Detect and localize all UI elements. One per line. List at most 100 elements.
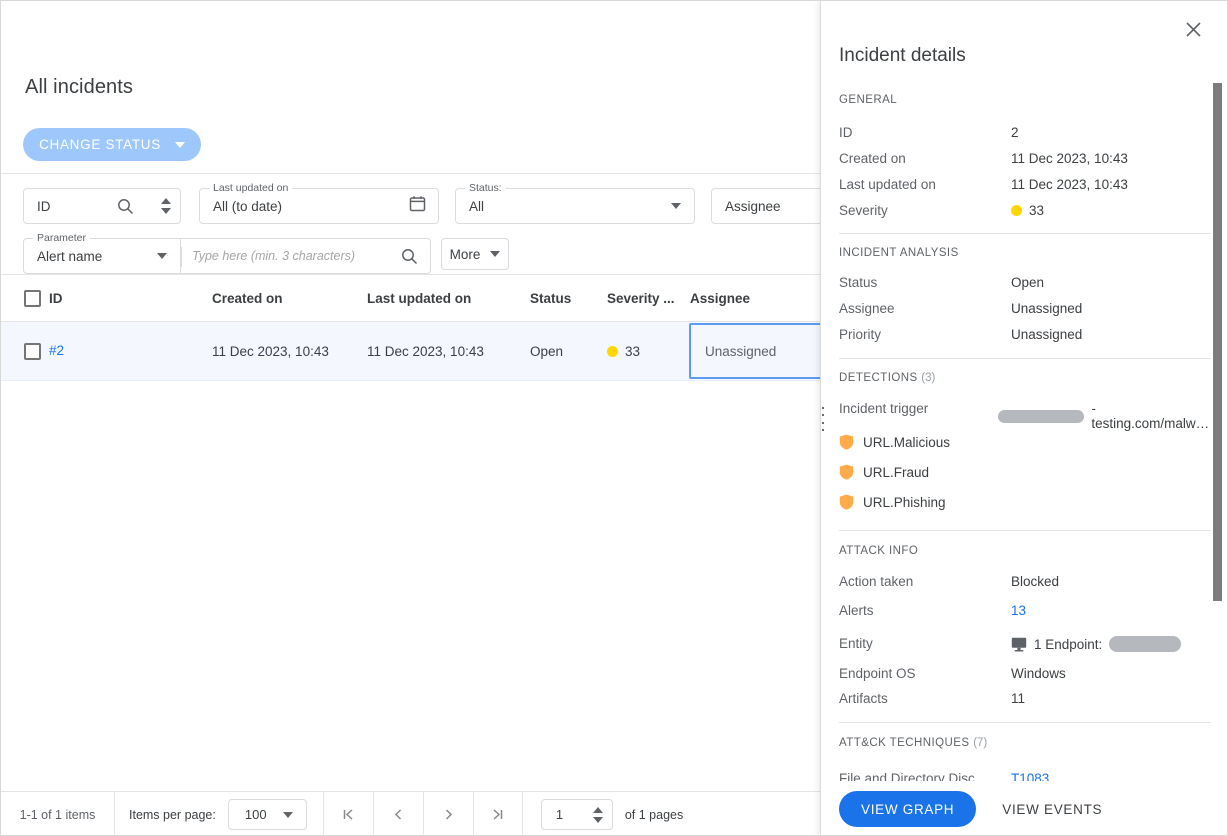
detail-row-endpoint-os: Endpoint OS Windows [839, 666, 1211, 681]
cell-last-updated-on: 11 Dec 2023, 10:43 [367, 344, 530, 359]
divider [181, 247, 182, 267]
detection-item[interactable]: URL.Malicious [839, 434, 950, 450]
change-status-label: CHANGE STATUS [39, 137, 161, 152]
pagination-bar: 1-1 of 1 items Items per page: 100 [1, 791, 822, 836]
incident-trigger-url: -testing.com/malw… [1091, 401, 1211, 431]
detection-label: URL.Fraud [863, 465, 929, 480]
assignee-filter-select[interactable]: Assignee [711, 188, 822, 224]
detail-value: Blocked [1011, 574, 1059, 589]
incident-details-panel: Incident details GENERAL ID 2 Created on… [820, 1, 1227, 836]
detail-row-severity: Severity 33 [839, 203, 1211, 218]
change-status-button[interactable]: CHANGE STATUS [23, 128, 201, 161]
incidents-page: All incidents CHANGE STATUS ID Last upda… [0, 0, 1228, 836]
detail-key: Artifacts [839, 691, 1011, 706]
cell-assignee-value: Unassigned [705, 344, 776, 359]
redacted-text [998, 410, 1084, 423]
detail-value: Unassigned [1011, 301, 1082, 316]
page-stepper[interactable] [593, 807, 603, 823]
parameter-search-placeholder: Type here (min. 3 characters) [181, 249, 355, 263]
shield-icon [839, 464, 854, 480]
detail-row-status: Status Open [839, 275, 1211, 290]
severity-dot-icon [1011, 205, 1022, 216]
panel-body: GENERAL ID 2 Created on 11 Dec 2023, 10:… [821, 85, 1227, 836]
chevron-down-icon[interactable] [671, 203, 681, 209]
detail-row-alerts: Alerts 13 [839, 603, 1211, 618]
divider [839, 722, 1211, 723]
panel-footer: VIEW GRAPH VIEW EVENTS [821, 781, 1227, 836]
view-graph-button[interactable]: VIEW GRAPH [839, 791, 976, 827]
detection-label: URL.Phishing [863, 495, 946, 510]
parameter-filter-select[interactable]: Parameter Alert name [23, 238, 181, 274]
shield-icon [839, 434, 854, 450]
table-header-row: ID Created on Last updated on Status Sev… [1, 275, 822, 322]
prev-page-button[interactable] [373, 792, 423, 836]
column-header-created-on[interactable]: Created on [212, 291, 367, 306]
detail-value: Open [1011, 275, 1044, 290]
more-filters-button[interactable]: More [441, 238, 509, 270]
items-per-page-group: Items per page: 100 [115, 792, 323, 836]
items-per-page-select[interactable]: 100 [228, 799, 307, 830]
detail-row-last-updated-on: Last updated on 11 Dec 2023, 10:43 [839, 177, 1211, 192]
cell-status: Open [530, 344, 607, 359]
detail-key: Severity [839, 203, 1011, 218]
detail-row-priority: Priority Unassigned [839, 327, 1211, 342]
row-checkbox[interactable] [1, 343, 49, 360]
detection-item[interactable]: URL.Fraud [839, 464, 929, 480]
stepper-up-icon[interactable] [161, 198, 171, 204]
search-icon[interactable] [117, 198, 134, 215]
detail-key: Endpoint OS [839, 666, 1011, 681]
stepper-down-icon[interactable] [593, 817, 603, 823]
alerts-link[interactable]: 13 [1011, 603, 1026, 618]
column-header-status[interactable]: Status [530, 291, 607, 306]
chevron-down-icon[interactable] [157, 253, 167, 259]
column-header-id[interactable]: ID [49, 291, 212, 306]
cell-assignee[interactable]: Unassigned [689, 323, 822, 379]
close-icon[interactable] [1182, 18, 1204, 40]
section-heading-text: ATT&CK TECHNIQUES [839, 737, 970, 749]
parameter-search-input[interactable]: Type here (min. 3 characters) [181, 238, 431, 274]
detection-item[interactable]: URL.Phishing [839, 494, 946, 510]
id-search-input[interactable]: ID [23, 188, 181, 224]
last-page-button[interactable] [473, 792, 523, 836]
section-heading-attack-info: ATTACK INFO [839, 545, 918, 557]
next-page-button[interactable] [423, 792, 473, 836]
id-stepper[interactable] [161, 198, 171, 214]
status-filter-select[interactable]: Status: All [455, 188, 695, 224]
view-events-button[interactable]: VIEW EVENTS [986, 791, 1118, 827]
detail-key: Created on [839, 151, 1011, 166]
incidents-table: ID Created on Last updated on Status Sev… [1, 275, 822, 381]
detail-value: 11 Dec 2023, 10:43 [1011, 177, 1128, 192]
status-filter-value: All [456, 199, 484, 214]
severity-dot-icon [607, 346, 618, 357]
table-row[interactable]: #2 11 Dec 2023, 10:43 11 Dec 2023, 10:43… [1, 322, 822, 381]
cell-created-on: 11 Dec 2023, 10:43 [212, 344, 367, 359]
first-page-button[interactable] [323, 792, 373, 836]
stepper-up-icon[interactable] [593, 807, 603, 813]
stepper-down-icon[interactable] [161, 208, 171, 214]
column-header-last-updated-on[interactable]: Last updated on [367, 291, 530, 306]
section-heading-incident-analysis: INCIDENT ANALYSIS [839, 247, 959, 259]
detail-key: Priority [839, 327, 1011, 342]
shield-icon [839, 494, 854, 510]
last-updated-on-filter[interactable]: Last updated on All (to date) [199, 188, 439, 224]
page-title: All incidents [25, 76, 133, 99]
panel-scrollbar[interactable] [1213, 83, 1222, 601]
detail-key: Incident trigger [839, 401, 998, 431]
section-count: (3) [921, 372, 935, 384]
page-number-value: 1 [556, 807, 563, 822]
monitor-icon [1011, 637, 1027, 652]
detail-value: Windows [1011, 666, 1066, 681]
calendar-icon[interactable] [409, 195, 426, 217]
page-number-input[interactable]: 1 [541, 799, 613, 830]
incidents-list-pane: All incidents CHANGE STATUS ID Last upda… [1, 1, 822, 836]
incident-id-link[interactable]: #2 [49, 343, 64, 358]
detail-row-entity: Entity 1 Endpoint: [839, 636, 1211, 652]
section-count: (7) [973, 737, 987, 749]
search-icon[interactable] [401, 248, 418, 265]
id-input-value: ID [24, 199, 51, 214]
parameter-filter-value: Alert name [24, 249, 102, 264]
column-header-severity[interactable]: Severity ... [607, 291, 690, 306]
select-all-checkbox[interactable] [1, 290, 49, 307]
column-header-assignee[interactable]: Assignee [690, 291, 822, 306]
chevron-down-icon[interactable] [283, 812, 293, 818]
